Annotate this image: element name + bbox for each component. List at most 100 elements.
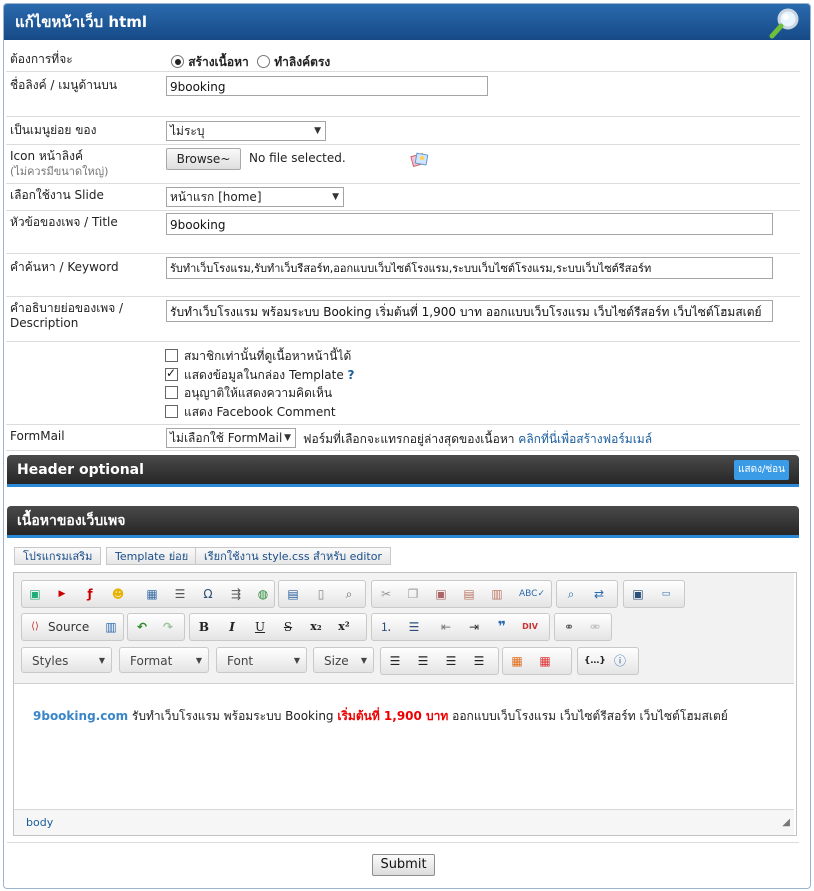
slide-select[interactable]: หน้าแรก [home] ▼: [166, 187, 344, 207]
content-section-bar: เนื้อหาของเว็บเพจ: [7, 506, 799, 538]
find-icon[interactable]: ⌕: [563, 586, 579, 602]
special-char-icon[interactable]: Ω: [200, 586, 216, 602]
unlink-icon[interactable]: ⚮: [587, 619, 603, 635]
toolbar-group-format: B I U S x₂ x²: [189, 613, 367, 641]
subscript-icon[interactable]: x₂: [308, 619, 324, 635]
resize-handle-icon[interactable]: ◢: [782, 810, 790, 836]
title-input[interactable]: 9booking: [166, 213, 773, 235]
justify-icon[interactable]: ☰: [471, 653, 487, 669]
redo-icon[interactable]: ↷: [160, 619, 176, 635]
font-combo[interactable]: Font ▼: [216, 647, 307, 673]
tab-sub-template[interactable]: Template ย่อย: [106, 547, 198, 565]
spellcheck-icon[interactable]: ABC✓: [519, 586, 545, 602]
radio-create-content[interactable]: [171, 55, 184, 68]
submit-button[interactable]: Submit: [372, 854, 435, 876]
paste-icon[interactable]: ▣: [433, 586, 449, 602]
slide-label: เลือกใช้งาน Slide: [10, 188, 104, 202]
description-input[interactable]: รับทำเว็บโรงแรม พร้อมระบบ Booking เริ่มต…: [166, 300, 773, 322]
blockquote-icon[interactable]: ❞: [494, 619, 510, 635]
color-grid-icon[interactable]: ▦: [509, 653, 525, 669]
underline-icon[interactable]: U: [252, 619, 268, 635]
brand-link[interactable]: 9booking.com: [33, 709, 128, 723]
source-button-label[interactable]: Source: [48, 619, 89, 635]
replace-icon[interactable]: ⇄: [591, 586, 607, 602]
action-radio-group: สร้างเนื้อหา ทำลิงค์ตรง: [171, 53, 330, 72]
chevron-down-icon: ▼: [284, 433, 291, 443]
browse-button[interactable]: Browse~: [166, 148, 241, 170]
align-right-icon[interactable]: ☰: [443, 653, 459, 669]
insert-image-icon[interactable]: ▣: [27, 586, 43, 602]
preview-icon[interactable]: ⌕: [341, 586, 357, 602]
size-combo[interactable]: Size ▼: [313, 647, 374, 673]
link-icon[interactable]: ⚭: [561, 619, 577, 635]
table-icon[interactable]: ▦: [144, 586, 160, 602]
div-container-icon[interactable]: DIV: [522, 619, 538, 635]
styles-combo[interactable]: Styles ▼: [21, 647, 112, 673]
iframe-icon[interactable]: ◍: [255, 586, 271, 602]
bold-icon[interactable]: B: [196, 619, 212, 635]
rich-text-editor: ▣ ▶ ƒ ☻ ▦ ☰ Ω ⇶ ◍ ▤ ▯ ⌕ ✂ ❐ ▣ ▤ ▥ ABC✓ ⌕…: [13, 572, 797, 836]
smiley-icon[interactable]: ☻: [110, 586, 126, 602]
header-optional-bar[interactable]: Header optional แสดง/ซ่อน: [7, 455, 799, 487]
element-path-body[interactable]: body: [26, 816, 53, 829]
keyword-input[interactable]: รับทำเว็บโรงแรม,รับทำเว็บรีสอร์ท,ออกแบบเ…: [166, 257, 773, 279]
icon-note: (ไม่ควรมีขนาดใหญ่): [10, 165, 109, 178]
checkbox-checked[interactable]: [165, 365, 178, 381]
new-page-icon[interactable]: ▯: [313, 586, 329, 602]
submenu-select[interactable]: ไม่ระบุ ▼: [166, 121, 326, 141]
cut-icon[interactable]: ✂: [378, 586, 394, 602]
icon-label: Icon หน้าลิงค์: [10, 149, 83, 163]
numbered-list-icon[interactable]: ⒈: [378, 619, 394, 635]
toolbar-group-undo: ↶ ↷: [127, 613, 185, 641]
italic-icon[interactable]: I: [224, 619, 240, 635]
maximize-icon[interactable]: ▣: [630, 586, 646, 602]
slide-value: หน้าแรก [home]: [170, 190, 262, 204]
radio-direct-link[interactable]: [257, 55, 271, 68]
option-label: สมาชิกเท่านั้นที่ดูเนื้อหาหน้านี้ได้: [184, 349, 352, 363]
copy-icon[interactable]: ❐: [405, 586, 421, 602]
paste-text-icon[interactable]: ▤: [461, 586, 477, 602]
indent-icon[interactable]: ⇥: [466, 619, 482, 635]
option-label: แสดงข้อมูลในกล่อง Template: [184, 368, 344, 382]
option-template-box[interactable]: แสดงข้อมูลในกล่อง Template ?: [165, 365, 355, 383]
about-icon[interactable]: ⓘ: [612, 653, 628, 669]
tab-style-css[interactable]: เรียกใช้งาน style.css สำหรับ editor: [195, 547, 391, 565]
body-text-2: ออกแบบเว็บโรงแรม เว็บไซต์รีสอร์ท เว็บไซต…: [448, 709, 728, 723]
undo-icon[interactable]: ↶: [134, 619, 150, 635]
strike-icon[interactable]: S: [280, 619, 296, 635]
youtube-icon[interactable]: ▶: [54, 586, 70, 602]
image-picker-icon[interactable]: [410, 150, 430, 170]
option-facebook-comment[interactable]: แสดง Facebook Comment: [165, 404, 336, 420]
show-blocks-icon[interactable]: ▭: [658, 586, 674, 602]
toggle-button[interactable]: แสดง/ซ่อน: [734, 460, 789, 480]
paste-word-icon[interactable]: ▥: [489, 586, 505, 602]
align-left-icon[interactable]: ☰: [387, 653, 403, 669]
tab-addons[interactable]: โปรแกรมเสริม: [14, 547, 102, 565]
chevron-down-icon: ▼: [195, 656, 202, 665]
create-form-link[interactable]: คลิกที่นี่เพื่อสร้างฟอร์มเมล์: [518, 432, 652, 446]
checkbox[interactable]: [165, 386, 178, 399]
templates-icon[interactable]: ▥: [103, 619, 119, 635]
row-icon: Icon หน้าลิงค์ (ไม่ควรมีขนาดใหญ่) Browse…: [6, 145, 800, 184]
code-icon[interactable]: {…}: [584, 653, 606, 669]
table-color-icon[interactable]: ▦: [537, 653, 553, 669]
superscript-icon[interactable]: x²: [336, 619, 352, 635]
format-combo[interactable]: Format ▼: [119, 647, 209, 673]
horizontal-line-icon[interactable]: ☰: [172, 586, 188, 602]
page-break-icon[interactable]: ⇶: [228, 586, 244, 602]
checkbox[interactable]: [165, 349, 178, 362]
row-description: คำอธิบายย่อของเพจ / Description รับทำเว็…: [6, 297, 800, 342]
link-name-input[interactable]: 9booking: [166, 76, 488, 96]
checkbox[interactable]: [165, 405, 178, 418]
save-icon[interactable]: ▤: [285, 586, 301, 602]
editor-body[interactable]: 9booking.com รับทำเว็บโรงแรม พร้อมระบบ B…: [33, 707, 728, 726]
option-members-only[interactable]: สมาชิกเท่านั้นที่ดูเนื้อหาหน้านี้ได้: [165, 348, 351, 364]
align-center-icon[interactable]: ☰: [415, 653, 431, 669]
help-icon[interactable]: ?: [348, 368, 355, 382]
bulleted-list-icon[interactable]: ☰: [406, 619, 422, 635]
source-icon[interactable]: ⟨⟩: [27, 619, 43, 635]
option-allow-comments[interactable]: อนุญาติให้แสดงความคิดเห็น: [165, 385, 332, 401]
flash-icon[interactable]: ƒ: [82, 586, 98, 602]
outdent-icon[interactable]: ⇤: [438, 619, 454, 635]
formmail-select[interactable]: ไม่เลือกใช้ FormMail ▼: [166, 428, 296, 448]
